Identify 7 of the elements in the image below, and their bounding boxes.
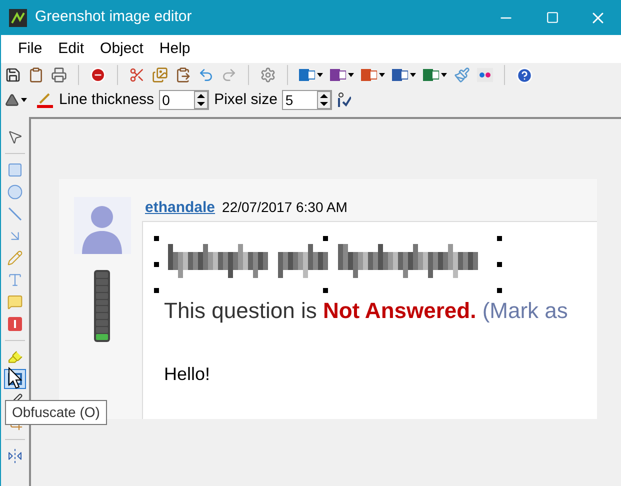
question-status: This question is Not Answered. (Mark as: [164, 297, 569, 325]
tooltip: Obfuscate (O): [5, 400, 107, 425]
window-title: Greenshot image editor: [35, 7, 192, 28]
post-body: Hello!: [164, 363, 212, 386]
post-date: 22/07/2017 6:30 AM: [222, 198, 348, 217]
pixel-size-label: Pixel size: [214, 90, 278, 110]
line-thickness-label: Line thickness: [59, 90, 154, 110]
